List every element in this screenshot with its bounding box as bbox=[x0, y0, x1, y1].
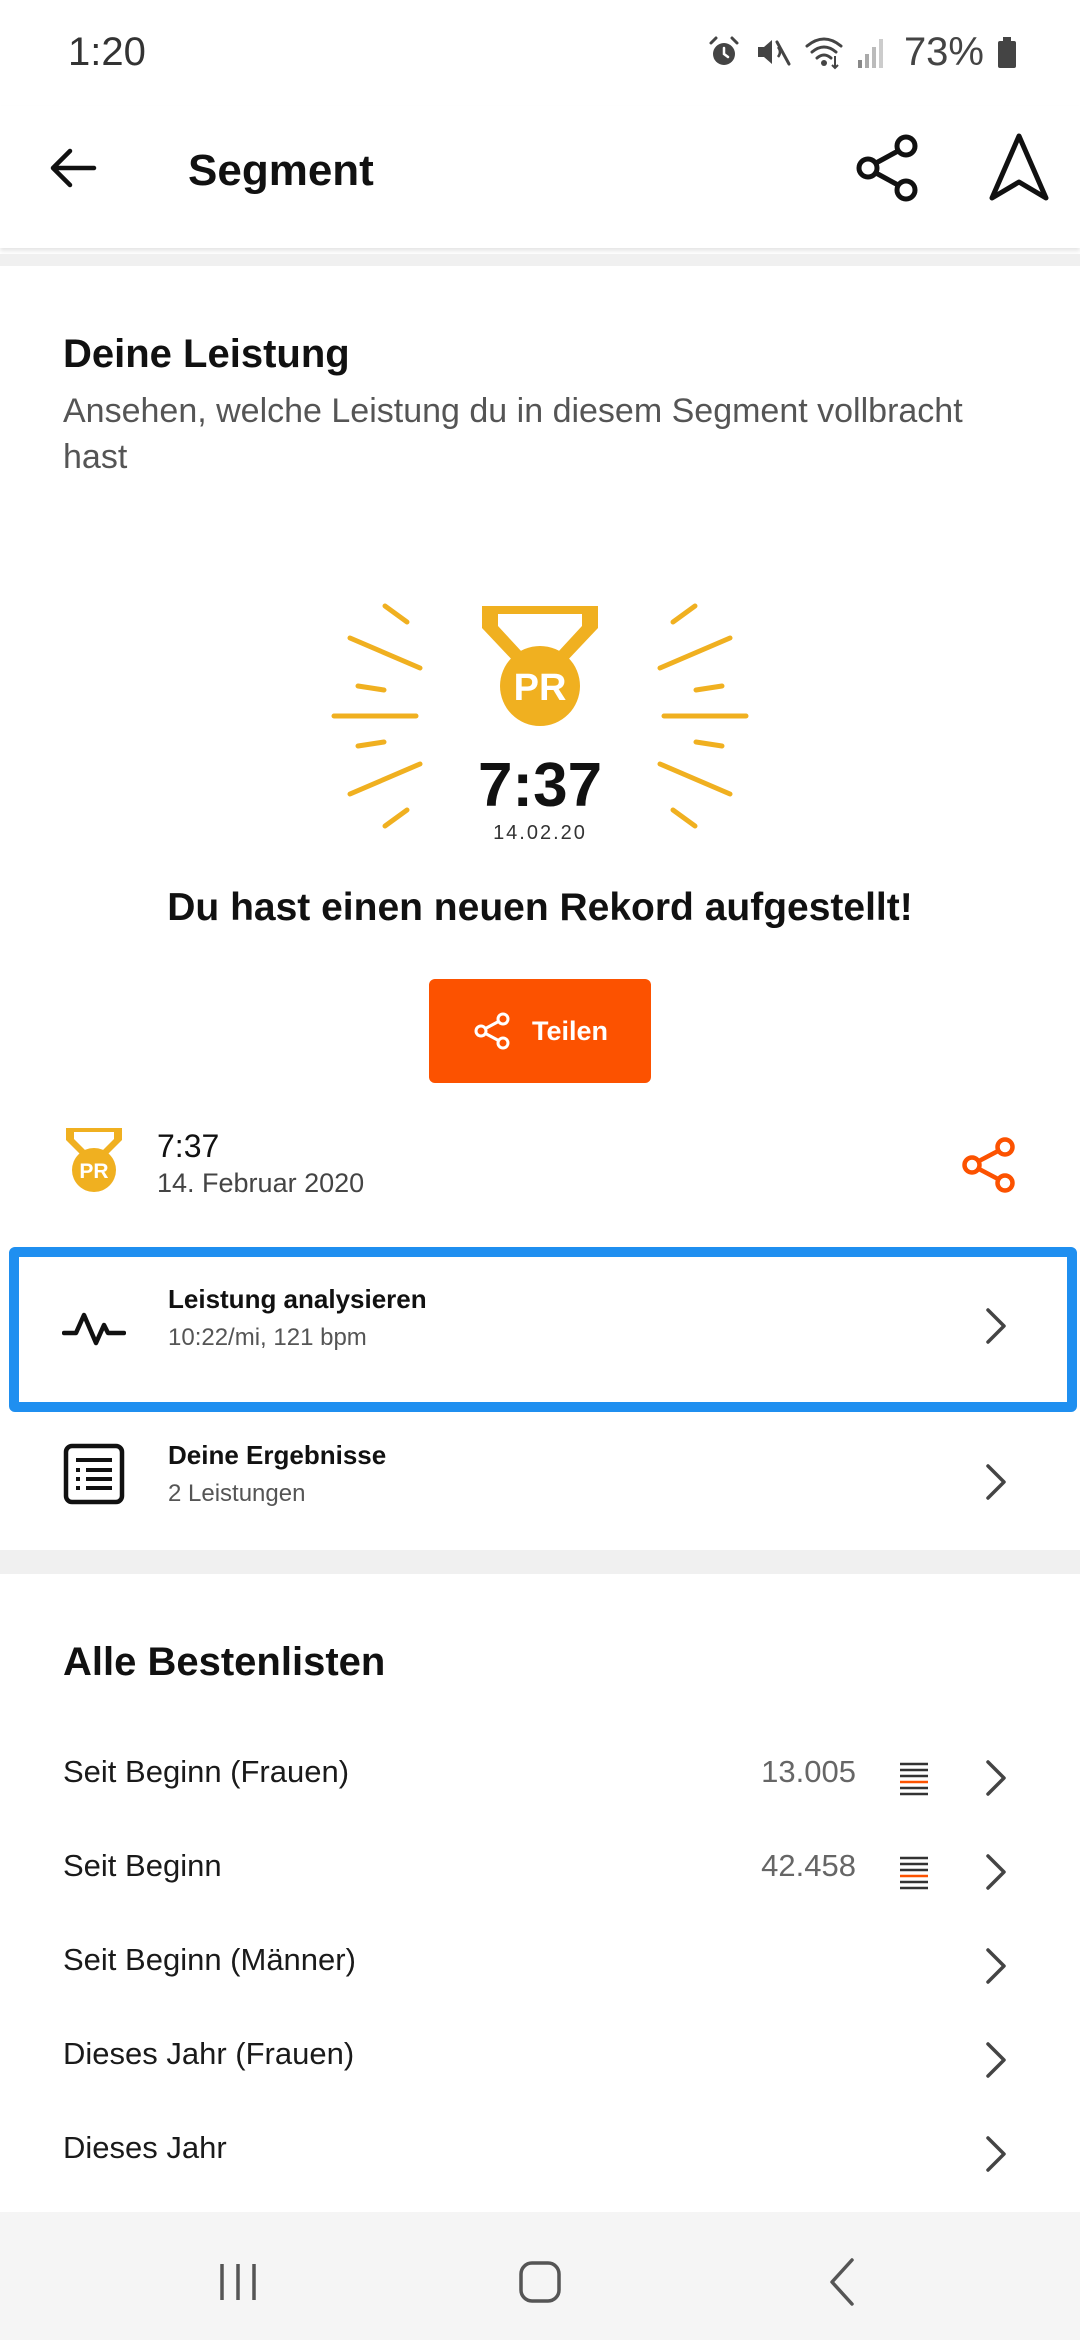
app-header: Segment bbox=[0, 106, 1080, 248]
selection-highlight bbox=[9, 1247, 1077, 1412]
status-bar: 1:20 73% bbox=[0, 0, 1080, 106]
chevron-right-icon bbox=[986, 1854, 1006, 1890]
leaderboard-label: Dieses Jahr (Frauen) bbox=[63, 2036, 355, 2071]
chevron-right-icon bbox=[986, 2042, 1006, 2078]
navigate-icon[interactable] bbox=[984, 130, 1054, 206]
alarm-icon bbox=[709, 36, 739, 65]
leaderboard-label: Seit Beginn (Frauen) bbox=[63, 1754, 350, 1789]
leaderboard-count: 42.458 bbox=[761, 1848, 856, 1883]
performance-subtitle: Ansehen, welche Leistung du in diesem Se… bbox=[63, 392, 963, 476]
leaderboard-label: Seit Beginn (Männer) bbox=[63, 1942, 356, 1977]
leaderboard-row[interactable]: Dieses Jahr (Frauen) bbox=[0, 2014, 1080, 2108]
leaderboard-label: Seit Beginn bbox=[63, 1848, 222, 1883]
your-results-row[interactable]: Deine Ergebnisse 2 Leistungen bbox=[0, 1410, 1080, 1560]
back-arrow-icon[interactable] bbox=[44, 138, 104, 198]
section-divider bbox=[0, 254, 1080, 266]
home-icon[interactable] bbox=[510, 2252, 570, 2312]
chevron-right-icon bbox=[986, 2136, 1006, 2172]
effort-time: 7:37 bbox=[157, 1128, 220, 1164]
leaderboard-icon bbox=[900, 1762, 928, 1796]
results-title: Deine Ergebnisse bbox=[168, 1440, 387, 1470]
leaderboard-icon bbox=[900, 1856, 928, 1890]
chevron-right-icon bbox=[986, 1948, 1006, 1984]
share-icon bbox=[474, 1012, 510, 1050]
leaderboard-row[interactable]: Seit Beginn 42.458 bbox=[0, 1826, 1080, 1920]
results-subtitle: 2 Leistungen bbox=[168, 1480, 306, 1507]
battery-icon bbox=[998, 37, 1016, 68]
share-effort-icon[interactable] bbox=[960, 1136, 1018, 1194]
page-title: Segment bbox=[188, 146, 374, 195]
leaderboard-label: Dieses Jahr bbox=[63, 2130, 227, 2165]
effort-date: 14. Februar 2020 bbox=[157, 1168, 365, 1198]
section-divider bbox=[0, 1550, 1080, 1574]
status-icons: 73% bbox=[706, 28, 1018, 76]
signal-icon bbox=[857, 39, 883, 68]
leaderboard-count: 13.005 bbox=[761, 1754, 856, 1789]
recent-apps-icon[interactable] bbox=[208, 2252, 268, 2312]
results-list-icon bbox=[63, 1443, 125, 1505]
record-heading: Du hast einen neuen Rekord aufgestellt! bbox=[167, 886, 913, 929]
status-time: 1:20 bbox=[68, 30, 146, 74]
system-nav-bar bbox=[0, 2212, 1080, 2340]
leaderboard-row[interactable]: Seit Beginn (Frauen) 13.005 bbox=[0, 1732, 1080, 1826]
share-icon[interactable] bbox=[852, 132, 924, 204]
battery-percentage: 73% bbox=[903, 29, 984, 74]
chevron-right-icon bbox=[986, 1760, 1006, 1796]
wifi-icon bbox=[805, 37, 843, 70]
chevron-right-icon bbox=[986, 1464, 1006, 1500]
pr-time: 7:37 bbox=[477, 751, 603, 820]
pr-medal-text: PR bbox=[514, 667, 567, 709]
pr-medal-icon: PR bbox=[66, 1128, 122, 1192]
pr-medal-small-text: PR bbox=[79, 1160, 108, 1183]
effort-row: PR 7:37 14. Februar 2020 bbox=[0, 1120, 1080, 1210]
pr-date: 14.02.20 bbox=[493, 822, 587, 844]
share-record-label: Teilen bbox=[531, 1015, 609, 1046]
performance-title: Deine Leistung bbox=[63, 332, 350, 376]
share-record-button[interactable]: Teilen bbox=[429, 979, 651, 1083]
leaderboard-row[interactable]: Seit Beginn (Männer) bbox=[0, 1920, 1080, 2014]
leaderboard-row[interactable]: Dieses Jahr bbox=[0, 2108, 1080, 2202]
mute-icon bbox=[757, 40, 791, 66]
system-back-icon[interactable] bbox=[814, 2252, 874, 2312]
leaderboards-title: Alle Bestenlisten bbox=[63, 1640, 386, 1684]
